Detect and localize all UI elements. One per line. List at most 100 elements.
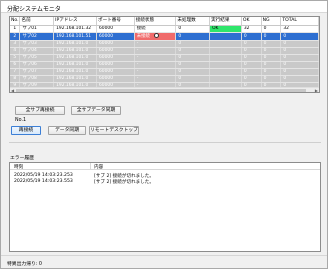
grid-cell-state: 接続 — [134, 25, 177, 33]
grid-cell-pending: 0 — [175, 75, 211, 83]
col-header-ng[interactable]: NG — [261, 17, 282, 26]
grid-cell-pending: 0 — [175, 54, 211, 62]
grid-cell-name: サブ02 — [19, 32, 55, 41]
grid-cell-ng: 0 — [261, 68, 282, 76]
grid-cell-text: 0 — [243, 55, 247, 60]
grid-cell-text: 0 — [178, 33, 182, 39]
col-header-ip[interactable]: IPアドレス — [53, 17, 98, 26]
scroll-right-arrow-icon[interactable]: ▶ — [315, 88, 318, 93]
grid-cell-name: サブ01 — [19, 25, 55, 33]
grid-cell-total: 0 — [280, 68, 319, 76]
grid-row[interactable]: 8 サブ08 192.168.101.0 60000 - 0 0 0 0 — [10, 75, 319, 83]
grid-cell-no: 6 — [10, 61, 21, 69]
title-bar: 分配システムモニタ — [1, 1, 327, 13]
scroll-thumb[interactable] — [16, 89, 306, 92]
grid-cell-port: 60000 — [96, 54, 135, 62]
error-message: [サブ 2] 接続が切れました。 — [94, 180, 154, 185]
grid-cell-text: 60000 — [99, 55, 113, 60]
grid-cell-text: - — [136, 41, 139, 46]
grid-cell-text: 0 — [263, 69, 267, 74]
grid-cell-text: 0 — [263, 26, 267, 31]
grid-cell-text: 192.168.101.0 — [56, 48, 89, 53]
grid-cell-state: 未接続 — [134, 32, 177, 41]
col-header-state[interactable]: 接続状態 — [134, 17, 177, 26]
remote-desktop-button[interactable]: リモートデスクトップ — [89, 126, 139, 135]
error-col-divider — [90, 163, 91, 170]
col-header-ok[interactable]: OK — [241, 17, 262, 26]
col-header-port[interactable]: ポート番号 — [96, 17, 135, 26]
grid-cell-ok: 0 — [241, 61, 262, 69]
grid-cell-text: 0 — [283, 55, 287, 60]
grid-cell-text: サブ02 — [22, 33, 37, 39]
grid-cell-text: 0 — [178, 41, 182, 46]
grid-cell-ok: 0 — [241, 68, 262, 76]
grid-cell-text: 32 — [243, 26, 250, 31]
col-header-result[interactable]: 実行結果 — [209, 17, 242, 26]
grid-cell-text: 60000 — [99, 41, 113, 46]
grid-cell-ng: 0 — [261, 61, 282, 69]
grid-cell-no: 8 — [10, 75, 21, 83]
grid-cell-total: 0 — [280, 32, 319, 41]
grid-cell-text: 60000 — [99, 76, 113, 81]
col-header-total[interactable]: TOTAL — [280, 17, 319, 26]
grid-cell-no: 7 — [10, 68, 21, 76]
grid-cell-ng: 0 — [261, 75, 282, 83]
sub-status-grid[interactable]: No. 名前 IPアドレス ポート番号 接続状態 未処理数 実行結果 OK NG… — [9, 16, 320, 93]
grid-cell-text: - — [136, 76, 139, 81]
grid-cell-name: サブ08 — [19, 75, 55, 83]
error-col-message[interactable]: 内容 — [94, 164, 103, 170]
grid-cell-text: サブ04 — [22, 48, 37, 53]
all-data-sync-button[interactable]: 全サブデータ同期 — [71, 106, 121, 115]
grid-cell-result — [209, 40, 242, 48]
grid-cell-text: 7 — [13, 69, 17, 74]
grid-cell-text: 0 — [243, 76, 247, 81]
grid-row[interactable]: 5 サブ05 192.168.101.0 60000 - 0 0 0 0 — [10, 54, 319, 62]
refresh-icon[interactable] — [153, 33, 159, 38]
grid-cell-text: 0 — [243, 48, 247, 53]
grid-cell-state: - — [134, 68, 177, 76]
grid-cell-ng: 0 — [261, 32, 282, 41]
grid-cell-port: 60000 — [96, 75, 135, 83]
grid-cell-name: サブ04 — [19, 47, 55, 55]
grid-row[interactable]: 6 サブ06 192.168.101.0 60000 - 0 0 0 0 — [10, 61, 319, 69]
grid-cell-text: 0 — [283, 62, 287, 67]
selected-sub-label: No.1 — [15, 118, 27, 123]
section-divider — [9, 142, 321, 143]
data-sync-button[interactable]: データ同期 — [48, 126, 86, 135]
grid-cell-pending: 0 — [175, 40, 211, 48]
grid-cell-ng: 0 — [261, 40, 282, 48]
grid-cell-text: サブ07 — [22, 69, 37, 74]
scroll-left-arrow-icon[interactable]: ◀ — [11, 88, 14, 93]
grid-row[interactable]: 2 サブ02 192.168.101.51 60000 未接続 0 0 0 0 — [10, 32, 319, 41]
grid-cell-no: 2 — [10, 32, 21, 41]
all-reconnect-button[interactable]: 全サブ再接続 — [15, 106, 65, 115]
col-header-pending[interactable]: 未処理数 — [175, 17, 211, 26]
error-history-list[interactable]: 時刻 内容 2022/05/19 14:03:23.253 [サブ 2] 接続が… — [9, 162, 321, 252]
grid-row[interactable]: 3 サブ03 192.168.101.0 60000 - 0 0 0 0 — [10, 40, 319, 48]
grid-cell-total: 0 — [280, 54, 319, 62]
grid-cell-name: サブ03 — [19, 40, 55, 48]
error-col-time[interactable]: 時刻 — [14, 164, 23, 170]
grid-cell-pending: 0 — [175, 32, 211, 41]
grid-cell-text: 0 — [283, 48, 287, 53]
col-header-no[interactable]: No. — [10, 17, 21, 26]
grid-row[interactable]: 4 サブ04 192.168.101.0 60000 - 0 0 0 0 — [10, 47, 319, 55]
grid-cell-text: 60000 — [99, 48, 113, 53]
window-title: 分配システムモニタ — [7, 6, 61, 13]
grid-row[interactable]: 1 サブ01 192.168.101.32 60000 接続 0 OK 32 0 32 — [10, 25, 319, 33]
reconnect-button[interactable]: 再接続 — [11, 126, 41, 135]
grid-horizontal-scrollbar[interactable]: ◀ ▶ — [10, 87, 319, 93]
grid-row[interactable]: 7 サブ07 192.168.101.0 60000 - 0 0 0 0 — [10, 68, 319, 76]
grid-cell-text: 6 — [13, 62, 17, 67]
grid-cell-text: - — [136, 62, 139, 67]
col-header-name[interactable]: 名前 — [19, 17, 55, 26]
grid-cell-text: 60000 — [99, 33, 113, 39]
grid-cell-text: 5 — [13, 55, 17, 60]
grid-cell-ip: 192.168.101.32 — [53, 25, 98, 33]
grid-cell-result — [209, 68, 242, 76]
grid-cell-port: 60000 — [96, 32, 135, 41]
grid-cell-text: OK — [212, 26, 219, 31]
grid-cell-text: 0 — [283, 41, 287, 46]
grid-cell-ok: 32 — [241, 25, 262, 33]
grid-cell-text: 60000 — [99, 26, 113, 31]
